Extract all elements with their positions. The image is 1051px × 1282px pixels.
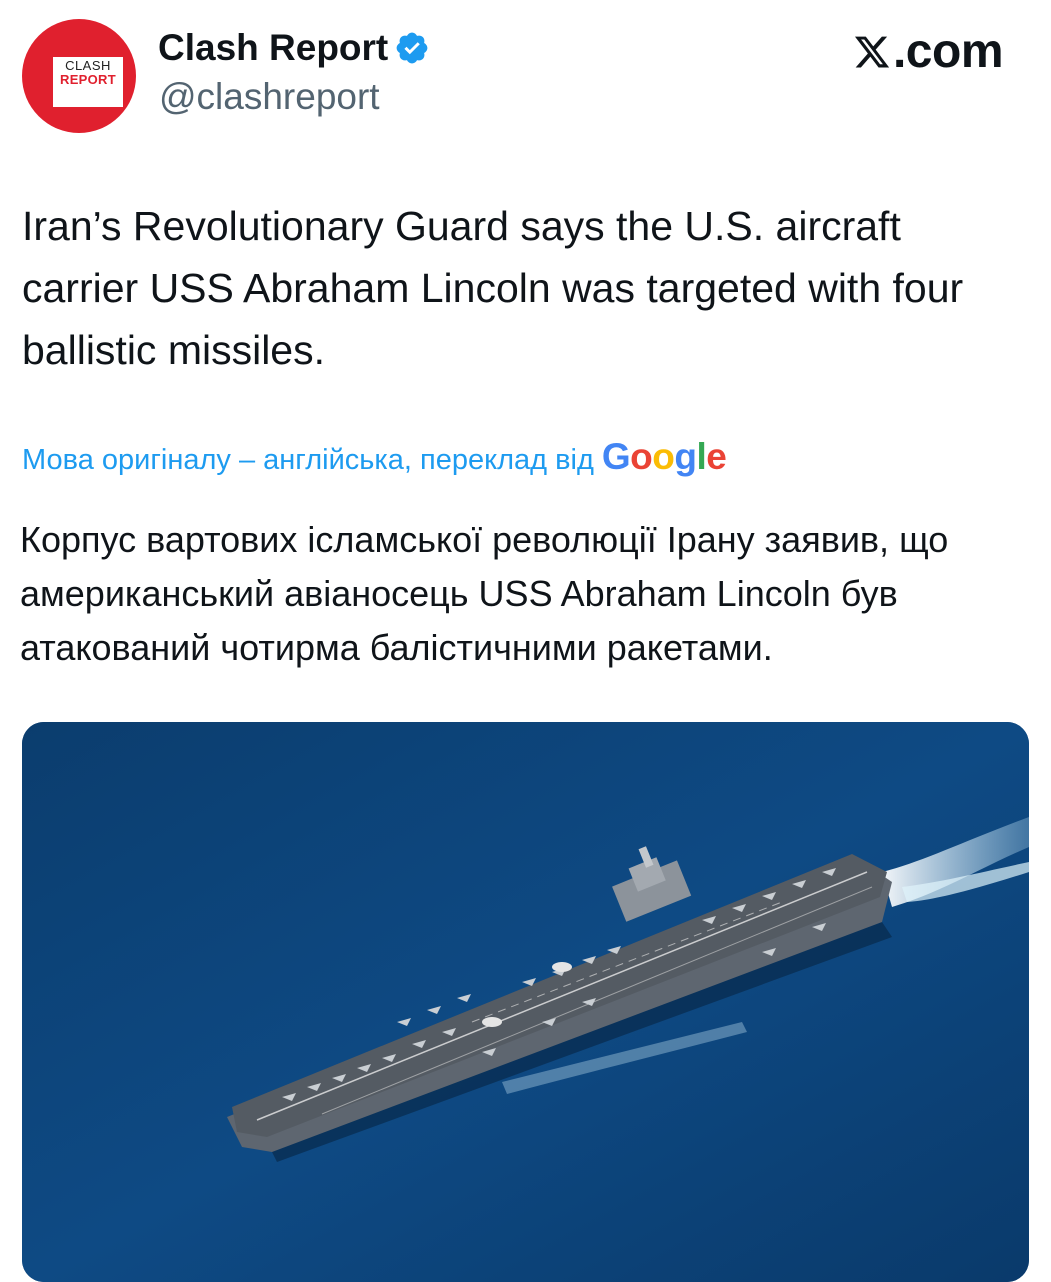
avatar-logo-line2: REPORT (60, 72, 116, 87)
media-image[interactable] (22, 722, 1029, 1282)
google-logo: Google (601, 436, 727, 477)
handle[interactable]: @clashreport (159, 76, 380, 118)
verified-badge-icon (396, 32, 428, 64)
display-name[interactable]: Clash Report (158, 27, 388, 69)
translated-text: Корпус вартових ісламської революції Іра… (20, 519, 949, 668)
avatar-logo: CLASH REPORT (53, 59, 123, 86)
display-name-row[interactable]: Clash Report (158, 27, 430, 69)
avatar-logo-line1: CLASH (65, 58, 111, 73)
aircraft-carrier-photo (22, 722, 1029, 1282)
translation-attribution[interactable]: Мова оригіналу – англійська, переклад ві… (22, 436, 727, 478)
x-logo-icon (854, 36, 890, 68)
tweet-text: Iran’s Revolutionary Guard says the U.S.… (22, 203, 964, 373)
x-brand: .com (853, 24, 1004, 79)
avatar[interactable]: CLASH REPORT (22, 19, 136, 133)
brand-text: .com (892, 25, 1004, 78)
translation-label[interactable]: Мова оригіналу – англійська, переклад ві… (22, 444, 594, 477)
